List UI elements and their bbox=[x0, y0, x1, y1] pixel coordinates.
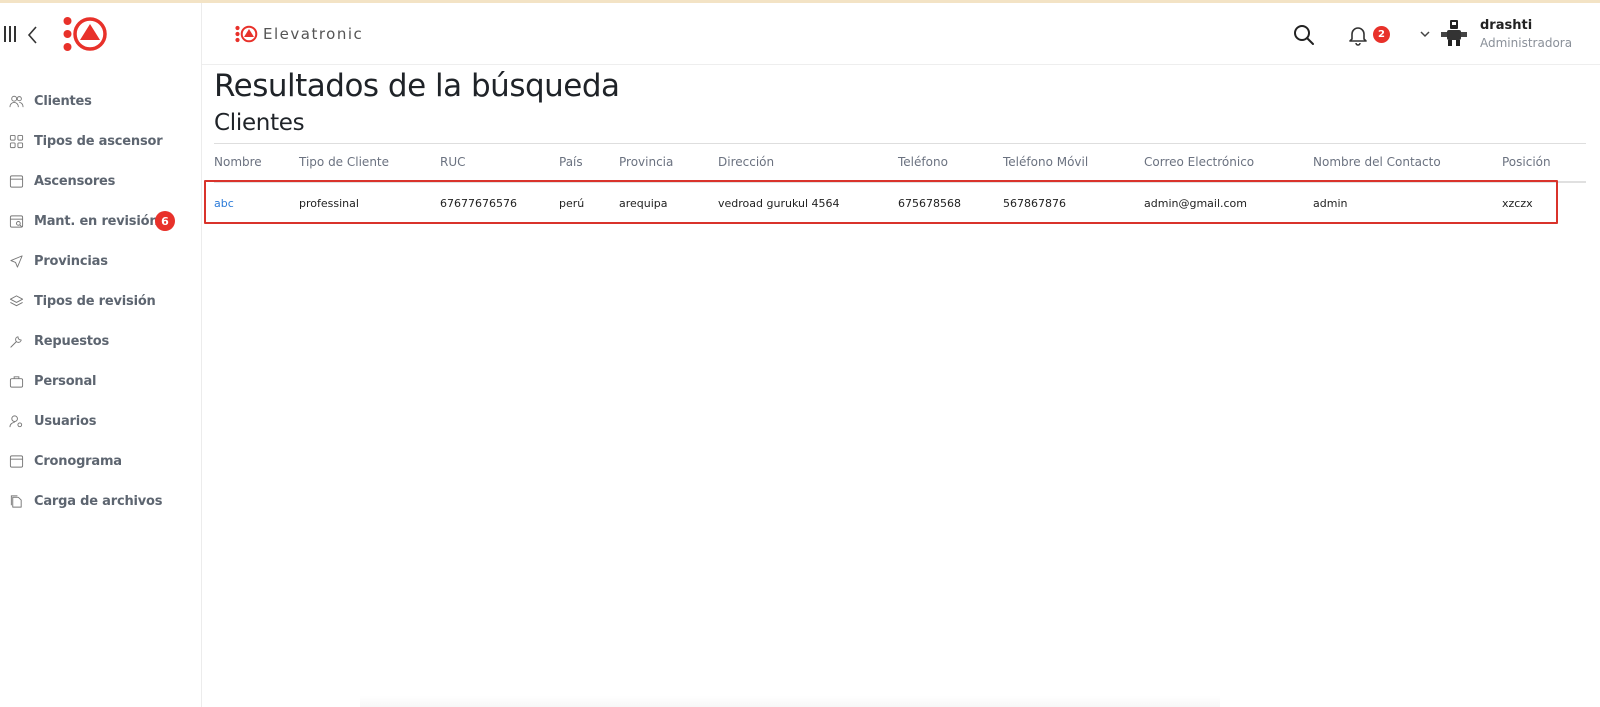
cell-nombre-del-contacto: admin bbox=[1313, 196, 1348, 210]
cell-posicion: xzczx bbox=[1502, 196, 1533, 210]
sidebar-item-carga-de-archivos[interactable]: Carga de archivos bbox=[0, 481, 201, 521]
sidebar-item-label: Tipos de revisión bbox=[34, 293, 156, 309]
cell-telefono-movil: 567867876 bbox=[1003, 196, 1066, 210]
notification-count-badge: 2 bbox=[1373, 26, 1390, 43]
sidebar-item-ascensores[interactable]: Ascensores bbox=[0, 161, 201, 201]
elevatronic-small-logo-icon bbox=[235, 25, 258, 43]
sidebar-item-label: Ascensores bbox=[34, 173, 116, 189]
col-header-posicion[interactable]: Posición bbox=[1502, 144, 1586, 180]
calendar-search-icon bbox=[8, 213, 24, 229]
elevatronic-logo-icon bbox=[63, 17, 107, 51]
col-header-pais[interactable]: País bbox=[559, 144, 619, 180]
window-icon bbox=[8, 173, 24, 189]
cell-correo-electronico: admin@gmail.com bbox=[1144, 196, 1248, 210]
col-header-nombre[interactable]: Nombre bbox=[214, 144, 299, 180]
cell-tipo-de-cliente: professinal bbox=[299, 196, 359, 210]
table-header-row: Nombre Tipo de Cliente RUC País Provinci… bbox=[214, 144, 1586, 180]
table-body: abc professinal 67677676576 perú arequip… bbox=[214, 180, 1586, 222]
search-icon[interactable] bbox=[1293, 24, 1315, 46]
sidebar-item-mant-en-revision[interactable]: Mant. en revisión 6 bbox=[0, 201, 201, 241]
col-header-ruc[interactable]: RUC bbox=[440, 144, 559, 180]
bottom-scroll-shadow bbox=[360, 696, 1220, 707]
revision-count-badge: 6 bbox=[155, 211, 175, 231]
section-title: Clientes bbox=[214, 110, 305, 136]
row-divider bbox=[214, 181, 1586, 183]
col-header-nombre-del-contacto[interactable]: Nombre del Contacto bbox=[1313, 144, 1502, 180]
sidebar-header bbox=[0, 3, 201, 65]
cell-ruc: 67677676576 bbox=[440, 196, 517, 210]
col-header-direccion[interactable]: Dirección bbox=[718, 144, 898, 180]
sidebar-menu: Clientes Tipos de ascensor Ascensores Ma… bbox=[0, 81, 201, 521]
cell-telefono: 675678568 bbox=[898, 196, 961, 210]
avatar[interactable] bbox=[1439, 18, 1469, 48]
main-content: Resultados de la búsqueda Clientes Nombr… bbox=[214, 65, 1590, 222]
user-role: Administradora bbox=[1480, 36, 1573, 50]
layers-icon bbox=[8, 293, 24, 309]
sidebar-item-label: Clientes bbox=[34, 93, 92, 109]
table-row[interactable]: abc professinal 67677676576 perú arequip… bbox=[214, 184, 1586, 222]
sidebar-item-cronograma[interactable]: Cronograma bbox=[0, 441, 201, 481]
brand[interactable]: Elevatronic bbox=[235, 25, 363, 43]
col-header-tipo-de-cliente[interactable]: Tipo de Cliente bbox=[299, 144, 440, 180]
chevron-down-icon[interactable] bbox=[1420, 30, 1430, 38]
user-name[interactable]: drashti bbox=[1480, 18, 1532, 33]
cell-pais: perú bbox=[559, 196, 585, 210]
results-table-wrapper: Nombre Tipo de Cliente RUC País Provinci… bbox=[214, 144, 1590, 222]
bell-icon[interactable] bbox=[1347, 24, 1369, 46]
sidebar-item-label: Repuestos bbox=[34, 333, 110, 349]
sidebar-item-repuestos[interactable]: Repuestos bbox=[0, 321, 201, 361]
send-icon bbox=[8, 253, 24, 269]
users-icon bbox=[8, 93, 24, 109]
chevron-left-icon[interactable] bbox=[26, 25, 38, 45]
grid-icon bbox=[8, 133, 24, 149]
sidebar: Clientes Tipos de ascensor Ascensores Ma… bbox=[0, 3, 202, 707]
cell-direccion: vedroad gurukul 4564 bbox=[718, 196, 840, 210]
user-settings-icon bbox=[8, 413, 24, 429]
sidebar-item-clientes[interactable]: Clientes bbox=[0, 81, 201, 121]
sidebar-item-label: Personal bbox=[34, 373, 97, 389]
wrench-icon bbox=[8, 333, 24, 349]
top-header: Elevatronic 2 drashti Administradora bbox=[202, 3, 1600, 65]
sidebar-item-label: Usuarios bbox=[34, 413, 97, 429]
sidebar-item-tipos-de-revision[interactable]: Tipos de revisión bbox=[0, 281, 201, 321]
sidebar-item-label: Cronograma bbox=[34, 453, 122, 469]
sidebar-item-label: Provincias bbox=[34, 253, 108, 269]
col-header-correo-electronico[interactable]: Correo Electrónico bbox=[1144, 144, 1313, 180]
menu-toggle-icon[interactable] bbox=[4, 26, 16, 42]
sidebar-item-label: Tipos de ascensor bbox=[34, 133, 163, 149]
files-icon bbox=[8, 493, 24, 509]
col-header-telefono-movil[interactable]: Teléfono Móvil bbox=[1003, 144, 1144, 180]
table-header: Nombre Tipo de Cliente RUC País Provinci… bbox=[214, 144, 1586, 180]
cell-provincia: arequipa bbox=[619, 196, 668, 210]
col-header-telefono[interactable]: Teléfono bbox=[898, 144, 1003, 180]
calendar-icon bbox=[8, 453, 24, 469]
sidebar-item-label: Carga de archivos bbox=[34, 493, 163, 509]
sidebar-item-personal[interactable]: Personal bbox=[0, 361, 201, 401]
results-table: Nombre Tipo de Cliente RUC País Provinci… bbox=[214, 144, 1586, 222]
briefcase-icon bbox=[8, 373, 24, 389]
page-title: Resultados de la búsqueda bbox=[214, 68, 620, 104]
sidebar-item-tipos-de-ascensor[interactable]: Tipos de ascensor bbox=[0, 121, 201, 161]
brand-name: Elevatronic bbox=[263, 25, 364, 43]
sidebar-item-usuarios[interactable]: Usuarios bbox=[0, 401, 201, 441]
col-header-provincia[interactable]: Provincia bbox=[619, 144, 718, 180]
sidebar-item-label: Mant. en revisión bbox=[34, 213, 159, 229]
sidebar-item-provincias[interactable]: Provincias bbox=[0, 241, 201, 281]
client-name-link[interactable]: abc bbox=[214, 184, 299, 222]
